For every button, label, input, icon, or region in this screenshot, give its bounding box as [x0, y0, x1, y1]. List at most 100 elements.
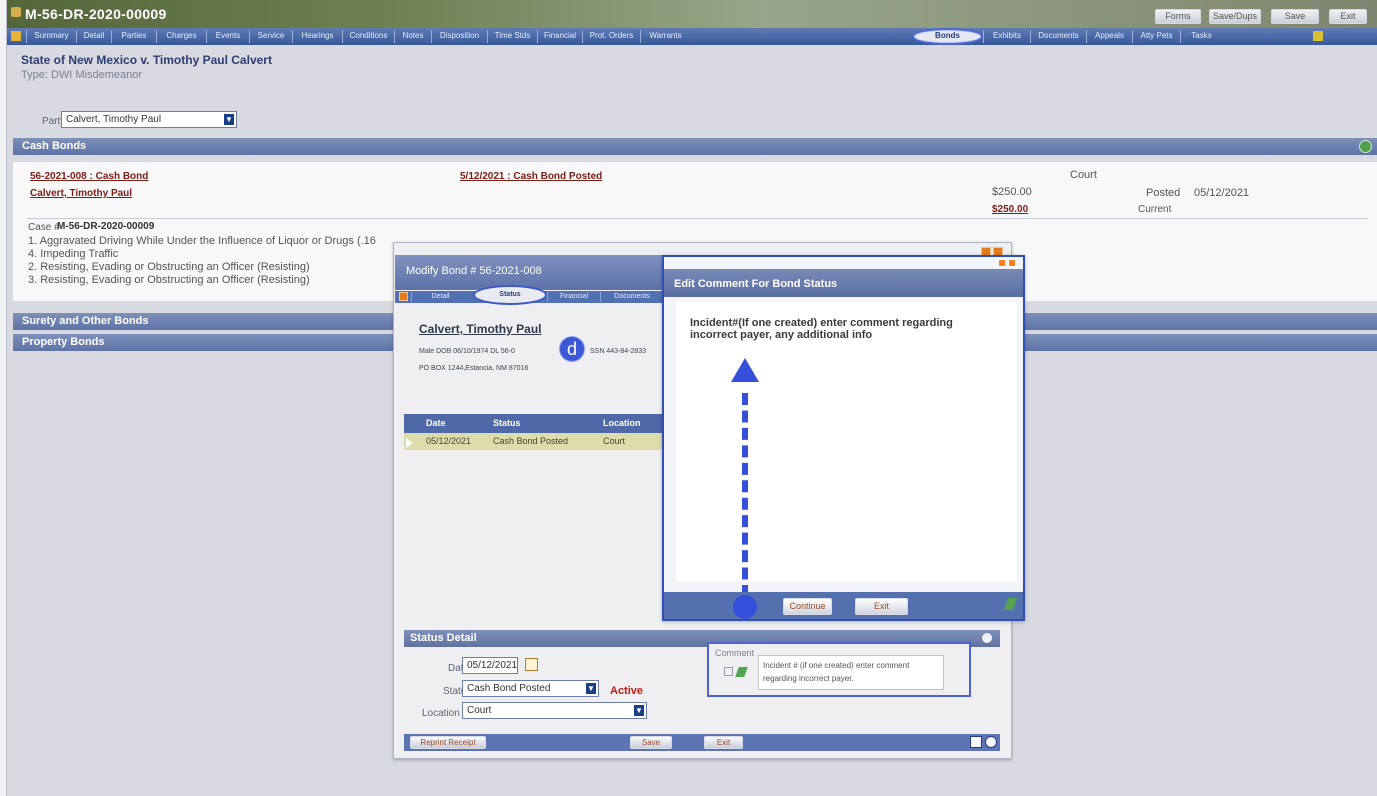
arrow-up-icon — [731, 358, 759, 382]
tab-exhibits[interactable]: Exhibits — [983, 30, 1030, 43]
location-select[interactable]: Court ▼ — [462, 702, 647, 719]
modify-tab-documents[interactable]: Documents — [600, 292, 663, 302]
comment-editor-text: Incident#(If one created) enter comment … — [690, 317, 953, 341]
status-grid-row[interactable]: 05/12/2021 Cash Bond Posted Court — [404, 433, 669, 450]
tab-documents[interactable]: Documents — [1030, 30, 1086, 43]
checkmark-icon[interactable] — [735, 667, 748, 677]
edit-comment-footer: Continue Exit — [664, 592, 1023, 619]
comment-editor[interactable]: Incident#(If one created) enter comment … — [676, 302, 1017, 581]
location-value: Court — [467, 705, 492, 716]
row-pointer-icon — [406, 438, 413, 448]
edit-comment-icon[interactable] — [724, 667, 733, 676]
tab-appeals[interactable]: Appeals — [1086, 30, 1132, 43]
party-link[interactable]: Calvert, Timothy Paul — [30, 188, 132, 199]
edit-comment-dialog: Edit Comment For Bond Status Incident#(I… — [662, 255, 1025, 621]
arrow-origin-icon — [733, 595, 757, 619]
posted-label: Posted — [1146, 187, 1181, 199]
property-bonds-title: Property Bonds — [22, 336, 105, 348]
charge-4: 3. Resisting, Evading or Obstructing an … — [28, 274, 310, 286]
tab-atty-pets[interactable]: Atty Pets — [1132, 30, 1180, 43]
app-window: M-56-DR-2020-00009 Forms Save/Dups Save … — [6, 0, 1377, 796]
tab-conditions[interactable]: Conditions — [342, 30, 394, 43]
current-label: Current — [1138, 204, 1172, 215]
tab-leading-icon — [11, 31, 21, 41]
charge-1: 1. Aggravated Driving While Under the In… — [28, 235, 376, 247]
status-detail-title: Status Detail — [410, 632, 477, 644]
modify-tab-status[interactable]: Status — [473, 285, 547, 305]
add-icon[interactable] — [1359, 140, 1372, 153]
chevron-down-icon: ▼ — [634, 705, 644, 716]
active-status-label: Active — [610, 685, 644, 697]
exit-comment-button[interactable]: Exit — [855, 598, 908, 615]
party-select[interactable]: Calvert, Timothy Paul ▼ — [61, 111, 237, 128]
tab-hearings[interactable]: Hearings — [292, 30, 342, 43]
modify-bond-footer: Reprint Receipt Save Exit — [404, 734, 1000, 751]
bond-status-link[interactable]: 5/12/2021 : Cash Bond Posted — [460, 171, 602, 182]
date-value: 05/12/2021 — [467, 660, 518, 671]
window-icon[interactable] — [970, 736, 982, 748]
save-button[interactable]: Save — [1271, 9, 1319, 24]
help-icon[interactable] — [982, 633, 992, 643]
court-label: Court — [1070, 169, 1097, 181]
bond-party-meta: Male DOB 06/10/1974 DL 56-0 — [419, 348, 515, 355]
tab-summary[interactable]: Summary — [26, 30, 76, 43]
grid-location-header: Location — [603, 418, 641, 428]
divider — [27, 218, 1368, 219]
tab-parties[interactable]: Parties — [111, 30, 156, 43]
tab-charges[interactable]: Charges — [156, 30, 206, 43]
dialog-close-icon[interactable] — [1008, 259, 1016, 267]
tab-financial[interactable]: Financial — [537, 30, 582, 43]
edit-comment-header: Edit Comment For Bond Status — [664, 269, 1023, 297]
save-bond-button[interactable]: Save — [630, 736, 672, 749]
tab-tasks[interactable]: Tasks — [1180, 30, 1222, 43]
calendar-icon[interactable] — [525, 658, 538, 671]
exit-bond-button[interactable]: Exit — [704, 736, 743, 749]
case-heading: State of New Mexico v. Timothy Paul Calv… — [21, 53, 272, 67]
tab-notes[interactable]: Notes — [394, 30, 431, 43]
tab-detail[interactable]: Detail — [76, 30, 111, 43]
help-circle-icon[interactable] — [985, 736, 997, 748]
chevron-down-icon: ▼ — [224, 114, 234, 125]
grid-date-header: Date — [426, 418, 446, 428]
dialog-minimize-icon[interactable] — [998, 259, 1006, 267]
tab-events[interactable]: Events — [206, 30, 249, 43]
forms-button[interactable]: Forms — [1155, 9, 1201, 24]
case-number: M-56-DR-2020-00009 — [57, 221, 155, 232]
bond-amount: $250.00 — [992, 186, 1032, 198]
case-type: Type: DWI Misdemeanor — [21, 69, 143, 81]
tab-bonds[interactable]: Bonds — [912, 28, 983, 45]
exit-button[interactable]: Exit — [1329, 9, 1367, 24]
tab-prot-orders[interactable]: Prot. Orders — [582, 30, 640, 43]
annotation-badge: d — [559, 336, 585, 362]
tab-service[interactable]: Service — [249, 30, 292, 43]
main-tabs: Summary Detail Parties Charges Events Se… — [7, 28, 1377, 45]
tab-disposition[interactable]: Disposition — [431, 30, 487, 43]
modify-tab-icon — [399, 292, 408, 301]
posted-date: 05/12/2021 — [1194, 187, 1250, 199]
case-number-title: M-56-DR-2020-00009 — [25, 6, 167, 22]
comment-label: Comment — [715, 648, 755, 658]
title-bar: M-56-DR-2020-00009 Forms Save/Dups Save … — [7, 0, 1377, 28]
checkmark-icon[interactable] — [1003, 598, 1018, 610]
bond-link[interactable]: 56-2021-008 : Cash Bond — [30, 171, 148, 182]
continue-button[interactable]: Continue — [783, 598, 832, 615]
reprint-receipt-button[interactable]: Reprint Receipt — [410, 736, 486, 749]
bond-balance-link[interactable]: $250.00 — [992, 204, 1028, 215]
date-input[interactable]: 05/12/2021 — [462, 657, 518, 674]
comment-text: Incident # (if one created) enter commen… — [763, 661, 910, 683]
cash-bonds-bar[interactable]: Cash Bonds — [13, 138, 1377, 155]
modify-tab-financial[interactable]: Financial — [547, 292, 600, 302]
cash-bonds-title: Cash Bonds — [22, 140, 87, 152]
modify-tab-detail[interactable]: Detail — [411, 292, 469, 302]
bond-party-ssn: SSN 443-84-2833 — [590, 348, 647, 355]
comment-area: Comment Incident # (if one created) ente… — [707, 642, 971, 697]
tab-warrants[interactable]: Warrants — [640, 30, 690, 43]
status-grid: Date Status Location 05/12/2021 Cash Bon… — [404, 414, 669, 451]
tab-time-stds[interactable]: Time Stds — [487, 30, 537, 43]
status-select[interactable]: Cash Bond Posted ▼ — [462, 680, 599, 697]
status-value: Cash Bond Posted — [467, 683, 551, 694]
party-value: Calvert, Timothy Paul — [66, 114, 162, 125]
comment-box[interactable]: Incident # (if one created) enter commen… — [758, 655, 944, 690]
save-dups-button[interactable]: Save/Dups — [1209, 9, 1261, 24]
charge-3: 2. Resisting, Evading or Obstructing an … — [28, 261, 310, 273]
